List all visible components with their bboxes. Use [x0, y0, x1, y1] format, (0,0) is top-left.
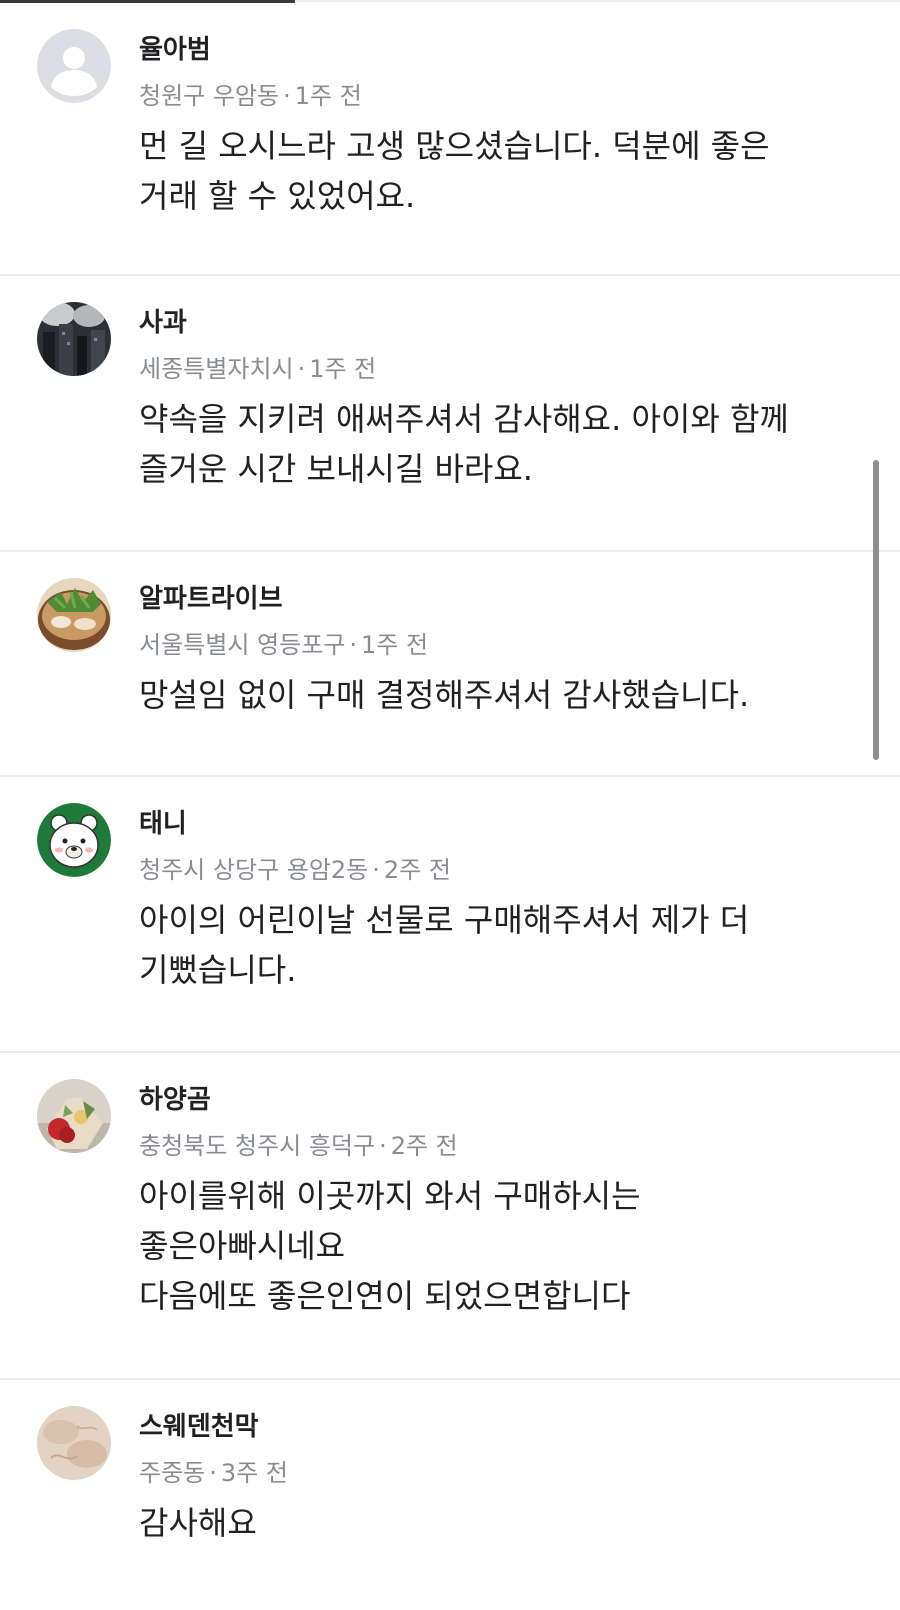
- scrollbar-thumb[interactable]: [873, 460, 879, 760]
- reviewer-location: 세종특별자치시: [139, 355, 294, 383]
- review-time: 3주 전: [220, 1459, 288, 1487]
- review-time: 2주 전: [383, 856, 451, 884]
- review-item: 스웨덴천막 주중동 · 3주 전 감사해요: [0, 1380, 900, 1610]
- review-text: 감사해요: [139, 1504, 257, 1542]
- review-item: 사과 세종특별자치시 · 1주 전 약속을 지키려 애써주셔서 감사해요. 아이와 …: [0, 276, 900, 552]
- flower-bouquet-photo: [37, 1079, 111, 1153]
- meta-separator: ·: [349, 631, 357, 659]
- avatar[interactable]: [37, 803, 111, 877]
- review-text: 망설임 없이 구매 결정해주셔서 감사했습니다.: [139, 676, 750, 714]
- review-text: 먼 길 오시느라 고생 많으셨습니다. 덕분에 좋은 거래 할 수 있었어요.: [139, 127, 770, 215]
- avatar[interactable]: [37, 578, 111, 652]
- default-profile-icon: [37, 29, 111, 103]
- food-bowl-photo: [37, 578, 111, 652]
- review-item: 율아범 청원구 우암동 · 1주 전 먼 길 오시느라 고생 많으셨습니다. 덕분에…: [0, 3, 900, 276]
- review-text: 아이의 어린이날 선물로 구매해주셔서 제가 더 기뻤습니다.: [139, 901, 750, 989]
- review-text: 아이를위해 이곳까지 와서 구매하시는 좋은아빠시네요 다음에또 좋은인연이 되…: [139, 1177, 641, 1315]
- reviewer-location: 청원구 우암동: [139, 82, 280, 110]
- review-content: 알파트라이브 서울특별시 영등포구 · 1주 전 망설임 없이 구매 결정해주셔서 …: [139, 580, 870, 720]
- avatar[interactable]: [37, 1079, 111, 1153]
- review-content: 율아범 청원구 우암동 · 1주 전 먼 길 오시느라 고생 많으셨습니다. 덕분에…: [139, 31, 870, 221]
- avatar[interactable]: [37, 302, 111, 376]
- review-text: 약속을 지키려 애써주셔서 감사해요. 아이와 함께 즐거운 시간 보내시길 바…: [139, 400, 789, 488]
- review-item: 알파트라이브 서울특별시 영등포구 · 1주 전 망설임 없이 구매 결정해주셔서 …: [0, 552, 900, 777]
- review-content: 하양곰 충청북도 청주시 흥덕구 · 2주 전 아이를위해 이곳까지 와서 구매하시…: [139, 1081, 870, 1321]
- review-item: 하양곰 충청북도 청주시 흥덕구 · 2주 전 아이를위해 이곳까지 와서 구매하시…: [0, 1053, 900, 1380]
- review-list[interactable]: 율아범 청원구 우암동 · 1주 전 먼 길 오시느라 고생 많으셨습니다. 덕분에…: [0, 3, 900, 1610]
- meta-separator: ·: [372, 856, 380, 884]
- review-time: 1주 전: [309, 355, 377, 383]
- review-meta: 서울특별시 영등포구 · 1주 전: [139, 628, 870, 662]
- review-meta: 충청북도 청주시 흥덕구 · 2주 전: [139, 1129, 870, 1163]
- review-content: 태니 청주시 상당구 용암2동 · 2주 전 아이의 어린이날 선물로 구매해주셔서…: [139, 805, 870, 995]
- meta-separator: ·: [297, 355, 306, 383]
- reviewer-nickname[interactable]: 사과: [139, 304, 870, 342]
- review-time: 2주 전: [390, 1132, 458, 1160]
- reviewer-location: 서울특별시 영등포구: [139, 631, 346, 659]
- review-meta: 주중동 · 3주 전: [139, 1456, 870, 1490]
- reviewer-nickname[interactable]: 스웨덴천막: [139, 1408, 870, 1446]
- reviewer-nickname[interactable]: 알파트라이브: [139, 580, 870, 618]
- reviewer-nickname[interactable]: 하양곰: [139, 1081, 870, 1119]
- review-content: 스웨덴천막 주중동 · 3주 전 감사해요: [139, 1408, 870, 1548]
- review-meta: 세종특별자치시 · 1주 전: [139, 352, 870, 386]
- reviewer-location: 주중동: [139, 1459, 206, 1487]
- city-night-photo: [37, 302, 111, 376]
- meta-separator: ·: [209, 1459, 217, 1487]
- reviewer-nickname[interactable]: 율아범: [139, 31, 870, 69]
- meta-separator: ·: [379, 1132, 387, 1160]
- meta-separator: ·: [283, 82, 291, 110]
- avatar[interactable]: [37, 1406, 111, 1480]
- review-time: 1주 전: [294, 82, 362, 110]
- review-time: 1주 전: [361, 631, 429, 659]
- bear-character-icon: [37, 803, 111, 877]
- avatar[interactable]: [37, 29, 111, 103]
- beige-texture-photo: [37, 1406, 111, 1480]
- review-meta: 청원구 우암동 · 1주 전: [139, 79, 870, 113]
- reviewer-nickname[interactable]: 태니: [139, 805, 870, 843]
- review-meta: 청주시 상당구 용암2동 · 2주 전: [139, 853, 870, 887]
- review-content: 사과 세종특별자치시 · 1주 전 약속을 지키려 애써주셔서 감사해요. 아이와 …: [139, 304, 870, 494]
- reviewer-location: 충청북도 청주시 흥덕구: [139, 1132, 376, 1160]
- reviewer-location: 청주시 상당구 용암2동: [139, 856, 369, 884]
- review-item: 태니 청주시 상당구 용암2동 · 2주 전 아이의 어린이날 선물로 구매해주셔서…: [0, 777, 900, 1053]
